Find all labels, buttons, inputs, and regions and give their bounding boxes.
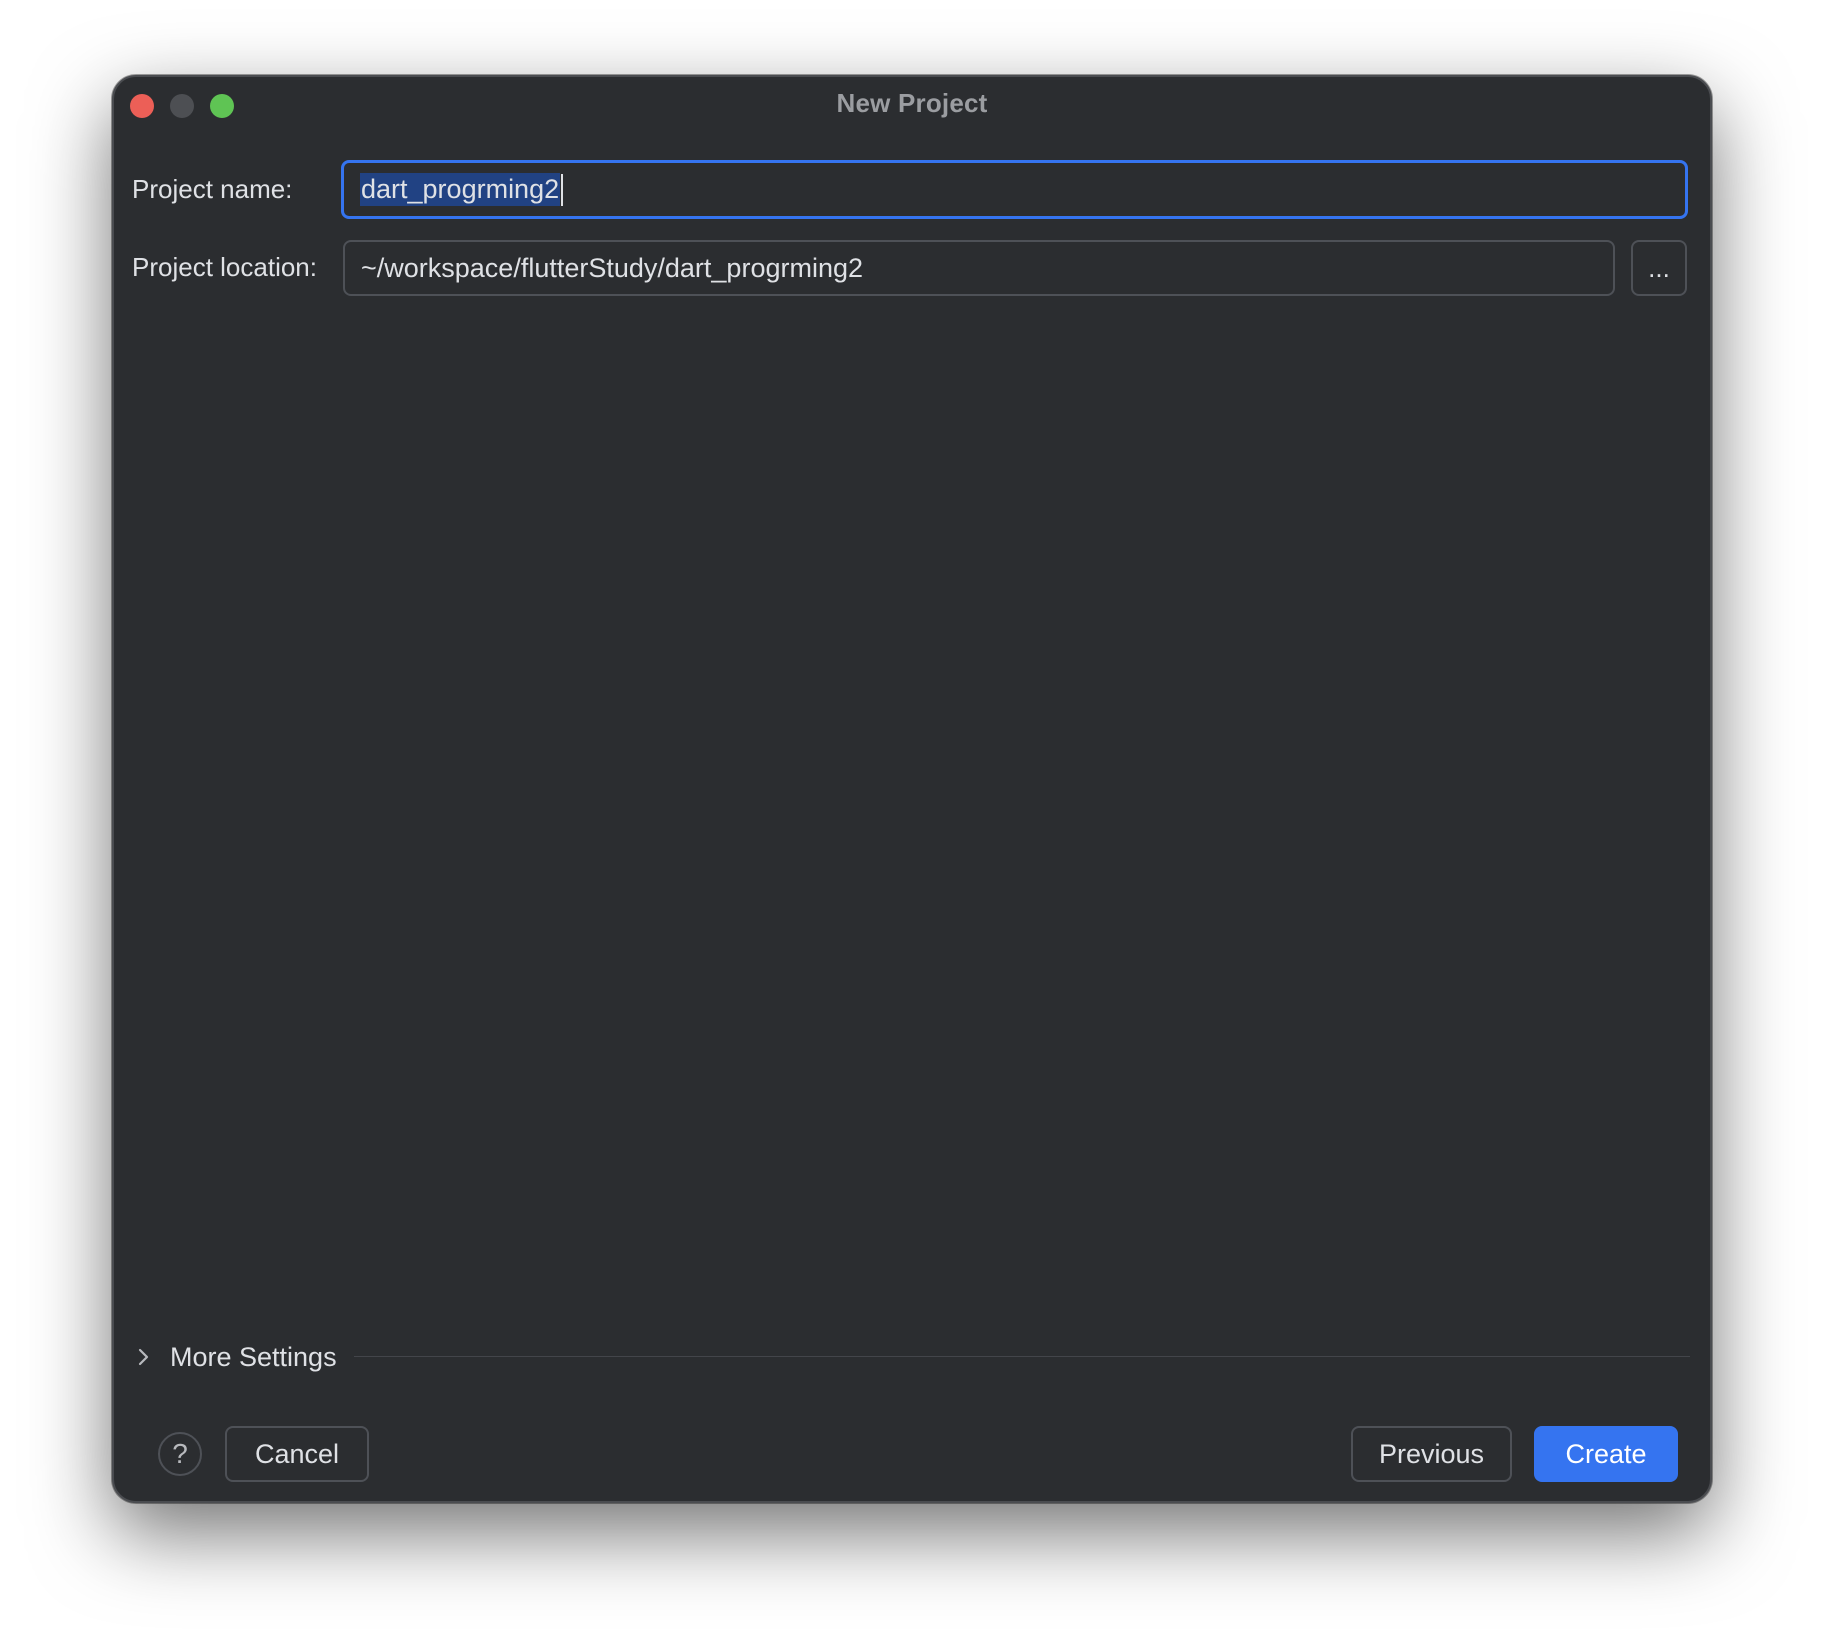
project-name-label: Project name:	[132, 174, 293, 204]
new-project-dialog: New Project Project name: dart_progrming…	[112, 75, 1712, 1503]
create-button-label: Create	[1565, 1438, 1647, 1469]
text-caret	[561, 173, 564, 206]
chevron-right-icon	[134, 1347, 154, 1367]
more-settings-divider	[354, 1356, 1690, 1357]
project-location-field[interactable]: ~/workspace/flutterStudy/dart_progrming2	[343, 240, 1615, 296]
project-location-value: ~/workspace/flutterStudy/dart_progrming2	[361, 252, 864, 283]
previous-button[interactable]: Previous	[1351, 1426, 1512, 1482]
project-name-field[interactable]: dart_progrming2	[341, 160, 1688, 219]
previous-button-label: Previous	[1378, 1438, 1485, 1469]
browse-location-button[interactable]: ...	[1631, 240, 1687, 296]
cancel-button-label: Cancel	[254, 1438, 340, 1469]
window-title: New Project	[836, 88, 988, 118]
help-icon: ?	[172, 1438, 188, 1469]
project-name-value: dart_progrming2	[360, 173, 561, 206]
project-location-label: Project location:	[132, 252, 317, 282]
help-button[interactable]: ?	[158, 1432, 202, 1476]
create-button[interactable]: Create	[1534, 1426, 1678, 1482]
more-settings-toggle[interactable]: More Settings	[134, 1337, 337, 1377]
more-settings-label: More Settings	[170, 1341, 337, 1372]
title-bar: New Project	[114, 77, 1710, 137]
cancel-button[interactable]: Cancel	[225, 1426, 369, 1482]
browse-button-label: ...	[1648, 252, 1670, 283]
